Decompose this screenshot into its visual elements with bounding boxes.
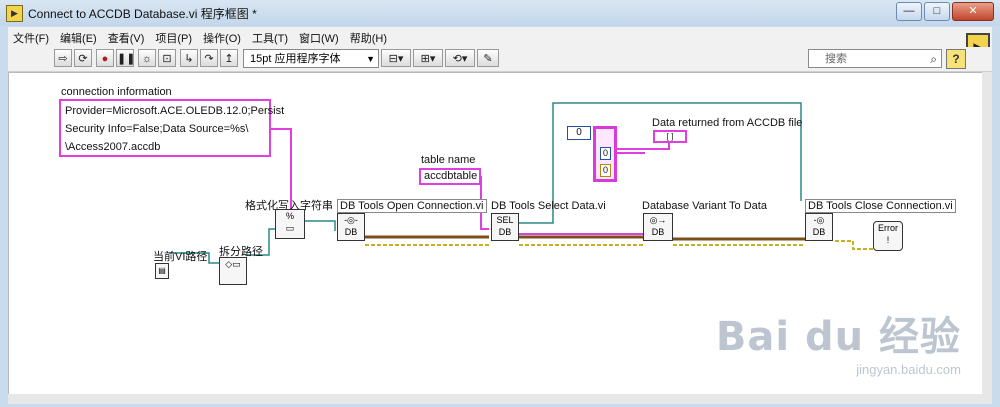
minimize-button[interactable]: — <box>896 2 922 21</box>
align-objects-icon[interactable]: ⊟▾ <box>381 49 411 67</box>
step-into-icon[interactable]: ↳ <box>180 49 198 67</box>
menu-file[interactable]: 文件(F) <box>8 27 55 47</box>
step-out-icon[interactable]: ↥ <box>220 49 238 67</box>
reorder-icon[interactable]: ⟲▾ <box>445 49 475 67</box>
retain-wire-values-icon[interactable]: ⊡ <box>158 49 176 67</box>
title-bar: ▶ Connect to ACCDB Database.vi 程序框图 * — … <box>0 0 1000 26</box>
current-vi-path-node[interactable]: ▤ <box>155 263 169 279</box>
menu-help[interactable]: 帮助(H) <box>345 27 393 47</box>
window-controls: — □ ✕ <box>896 2 994 21</box>
run-arrow-icon[interactable]: ⇨ <box>54 49 72 67</box>
zero-constant[interactable]: 0 <box>567 126 591 140</box>
help-button[interactable]: ? <box>946 49 966 69</box>
vertical-scrollbar[interactable] <box>982 72 992 394</box>
cluster-constant[interactable]: 0 0 <box>593 126 617 182</box>
pause-icon[interactable]: ❚❚ <box>116 49 135 67</box>
menu-tools[interactable]: 工具(T) <box>247 27 294 47</box>
close-connection-node[interactable]: -◎ DB <box>805 213 833 241</box>
block-diagram[interactable]: connection information Provider=Microsof… <box>8 72 984 396</box>
strip-path-node[interactable]: ◇▭ <box>219 257 247 285</box>
connection-refnum-wires <box>365 235 805 241</box>
maximize-button[interactable]: □ <box>924 2 950 21</box>
close-button[interactable]: ✕ <box>952 2 994 21</box>
error-text: Error <box>878 223 898 233</box>
labview-icon: ▶ <box>6 5 23 22</box>
variant-to-data-label: Database Variant To Data <box>642 200 767 212</box>
font-select-value: 15pt 应用程序字体 <box>250 53 341 65</box>
run-continuously-icon[interactable]: ⟳ <box>74 49 92 67</box>
connection-line-3: \Access2007.accdb <box>65 141 161 153</box>
connection-info-label: connection information <box>61 86 172 98</box>
watermark-logo: Bai du 经验 <box>715 314 961 360</box>
table-name-label: table name <box>421 154 476 166</box>
data-returned-label: Data returned from ACCDB file <box>652 117 803 129</box>
format-into-string-node[interactable]: % ▭ <box>275 209 305 239</box>
current-vi-path-label: 当前VI路径 <box>153 251 208 263</box>
menu-bar: 文件(F) 编辑(E) 查看(V) 项目(P) 操作(O) 工具(T) 窗口(W… <box>8 27 992 47</box>
cluster-value-2: 0 <box>600 164 611 177</box>
menu-operate[interactable]: 操作(O) <box>198 27 247 47</box>
font-select[interactable]: 15pt 应用程序字体 ▼ <box>243 49 379 68</box>
error-wires <box>365 240 873 250</box>
distribute-objects-icon[interactable]: ⊞▾ <box>413 49 443 67</box>
menu-view[interactable]: 查看(V) <box>103 27 151 47</box>
connection-line-1: Provider=Microsoft.ACE.OLEDB.12.0;Persis… <box>65 105 285 117</box>
clean-up-diagram-icon[interactable]: ✎ <box>477 49 499 67</box>
window-title: Connect to ACCDB Database.vi 程序框图 * <box>28 7 257 21</box>
select-data-node[interactable]: SEL DB <box>491 213 519 241</box>
data-returned-indicator[interactable]: [ ] <box>653 130 687 143</box>
select-data-label: DB Tools Select Data.vi <box>491 200 606 212</box>
step-over-icon[interactable]: ↷ <box>200 49 218 67</box>
chevron-down-icon: ▼ <box>366 54 375 64</box>
search-placeholder: 搜索 <box>825 53 847 65</box>
baidu-watermark: Bai du 经验 jingyan.baidu.com <box>716 304 961 377</box>
search-icon[interactable]: ⌕ <box>930 50 937 68</box>
horizontal-scrollbar[interactable] <box>8 394 992 404</box>
cluster-value-1: 0 <box>600 147 611 160</box>
menu-window[interactable]: 窗口(W) <box>294 27 345 47</box>
simple-error-handler-node[interactable]: Error! <box>873 221 903 251</box>
highlight-execution-icon[interactable]: ☼ <box>138 49 156 67</box>
menu-edit[interactable]: 编辑(E) <box>55 27 103 47</box>
menu-project[interactable]: 项目(P) <box>150 27 198 47</box>
toolbar: ⇨ ⟳ ● ❚❚ ☼ ⊡ ↳ ↷ ↥ 15pt 应用程序字体 ▼ ⊟▾ ⊞▾ ⟲… <box>8 47 992 72</box>
connection-line-2: Security Info=False;Data Source=%s\ <box>65 123 249 135</box>
variant-to-data-node[interactable]: ◎→ DB <box>643 213 673 241</box>
search-input[interactable]: 搜索 ⌕ <box>808 49 942 68</box>
connection-string-constant[interactable]: Provider=Microsoft.ACE.OLEDB.12.0;Persis… <box>59 99 285 157</box>
open-connection-node[interactable]: -◎- DB <box>337 213 365 241</box>
close-connection-label: DB Tools Close Connection.vi <box>805 199 956 213</box>
abort-icon[interactable]: ● <box>96 49 114 67</box>
open-connection-label: DB Tools Open Connection.vi <box>337 199 487 213</box>
table-name-constant[interactable]: accdbtable <box>419 168 481 185</box>
watermark-url: jingyan.baidu.com <box>856 362 961 377</box>
